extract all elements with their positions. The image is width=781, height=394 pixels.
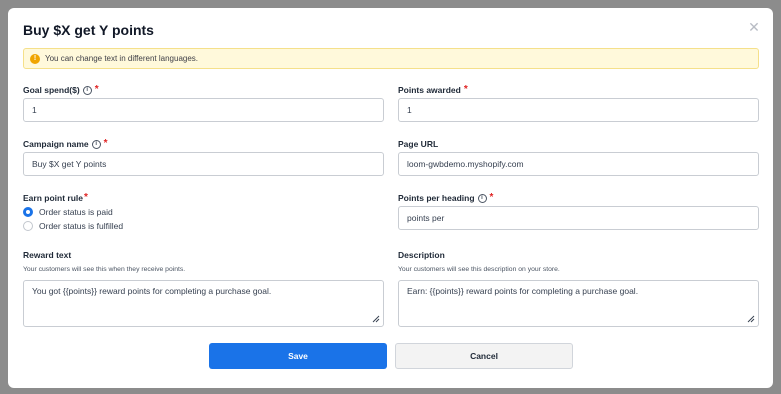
reward-text-label: Reward text [23, 250, 72, 260]
info-icon[interactable]: i [82, 85, 92, 95]
cancel-button[interactable]: Cancel [395, 343, 573, 369]
required-marker: * [103, 138, 108, 149]
required-marker: * [94, 84, 99, 95]
required-marker: * [463, 84, 468, 95]
info-icon[interactable]: i [91, 139, 101, 149]
points-awarded-label: Points awarded * [398, 84, 468, 96]
info-icon[interactable]: i [477, 193, 487, 203]
resize-handle-icon[interactable] [747, 315, 755, 323]
campaign-name-label: Campaign name i * [23, 138, 108, 150]
radio-checked-icon[interactable] [23, 207, 33, 217]
radio-order-paid[interactable]: Order status is paid [23, 207, 113, 217]
points-awarded-input[interactable]: 1 [398, 98, 759, 122]
description-textarea[interactable]: Earn: {{points}} reward points for compl… [398, 280, 759, 327]
radio-unchecked-icon[interactable] [23, 221, 33, 231]
reward-text-value: You got {{points}} reward points for com… [32, 286, 272, 296]
points-per-heading-input[interactable]: points per [398, 206, 759, 230]
campaign-name-input[interactable]: Buy $X get Y points [23, 152, 384, 176]
resize-handle-icon[interactable] [372, 315, 380, 323]
earn-point-rule-label: Earn point rule * [23, 192, 88, 204]
reward-text-help: Your customers will see this when they r… [23, 266, 186, 273]
campaign-modal: Buy $X get Y points ✕ ! You can change t… [8, 8, 773, 388]
close-icon[interactable]: ✕ [747, 20, 761, 34]
modal-title: Buy $X get Y points [23, 22, 154, 38]
notice-text: You can change text in different languag… [45, 54, 199, 63]
goal-spend-label: Goal spend($) i * [23, 84, 99, 96]
save-button[interactable]: Save [209, 343, 387, 369]
points-per-heading-label: Points per heading i * [398, 192, 494, 204]
description-label: Description [398, 250, 445, 260]
required-marker: * [83, 192, 88, 203]
reward-text-textarea[interactable]: You got {{points}} reward points for com… [23, 280, 384, 327]
required-marker: * [489, 192, 494, 203]
warning-icon: ! [30, 53, 40, 64]
language-notice: ! You can change text in different langu… [23, 48, 759, 69]
page-url-label: Page URL [398, 139, 439, 149]
goal-spend-input[interactable]: 1 [23, 98, 384, 122]
description-help: Your customers will see this description… [398, 266, 560, 273]
page-url-input[interactable]: loom-gwbdemo.myshopify.com [398, 152, 759, 176]
radio-order-fulfilled[interactable]: Order status is fulfilled [23, 221, 123, 231]
description-value: Earn: {{points}} reward points for compl… [407, 286, 639, 296]
